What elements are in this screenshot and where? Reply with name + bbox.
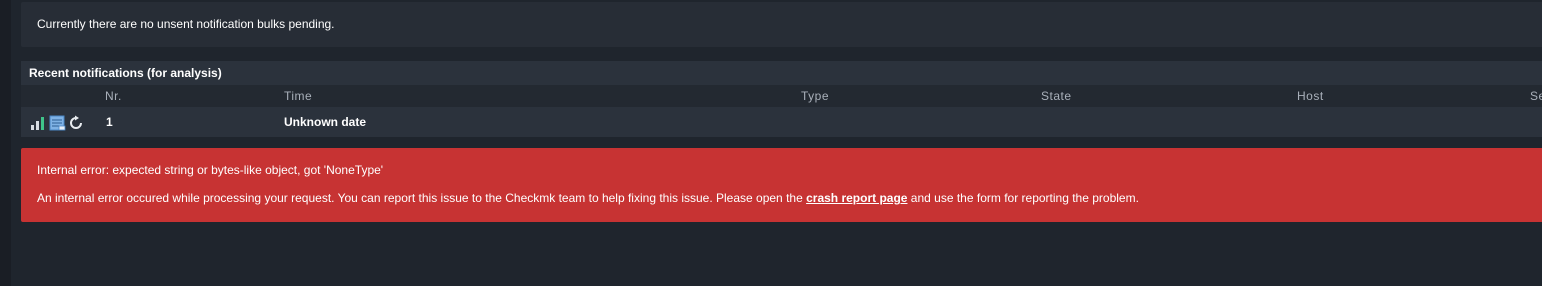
table-title: Recent notifications (for analysis) <box>21 61 1542 85</box>
context-icon[interactable] <box>49 115 66 131</box>
left-sidebar-strip <box>0 0 11 286</box>
column-header-time[interactable]: Time <box>284 89 312 103</box>
error-text-before: An internal error occured while processi… <box>37 191 807 205</box>
column-header-host[interactable]: Host <box>1297 89 1324 103</box>
table-row: 1 Unknown date <box>21 107 1542 137</box>
column-header-nr[interactable]: Nr. <box>105 89 122 103</box>
error-title: Internal error: expected string or bytes… <box>37 163 384 177</box>
analyze-icon[interactable] <box>30 115 46 131</box>
error-text-after: and use the form for reporting the probl… <box>907 191 1139 205</box>
error-message-box: Internal error: expected string or bytes… <box>21 148 1542 222</box>
column-header-type[interactable]: Type <box>801 89 829 103</box>
column-header-service[interactable]: Se <box>1530 89 1542 103</box>
info-message: Currently there are no unsent notificati… <box>37 17 335 31</box>
row-nr: 1 <box>106 115 113 129</box>
error-description: An internal error occured while processi… <box>37 191 1535 205</box>
crash-report-link[interactable]: crash report page <box>806 191 907 205</box>
row-time: Unknown date <box>284 115 367 129</box>
replay-icon[interactable] <box>68 115 84 131</box>
row-actions <box>30 113 84 131</box>
notifications-table: Recent notifications (for analysis) Nr. … <box>21 61 1542 137</box>
column-header-state[interactable]: State <box>1041 89 1072 103</box>
table-header-row: Nr. Time Type State Host Se <box>21 85 1542 107</box>
info-message-box: Currently there are no unsent notificati… <box>21 2 1542 47</box>
